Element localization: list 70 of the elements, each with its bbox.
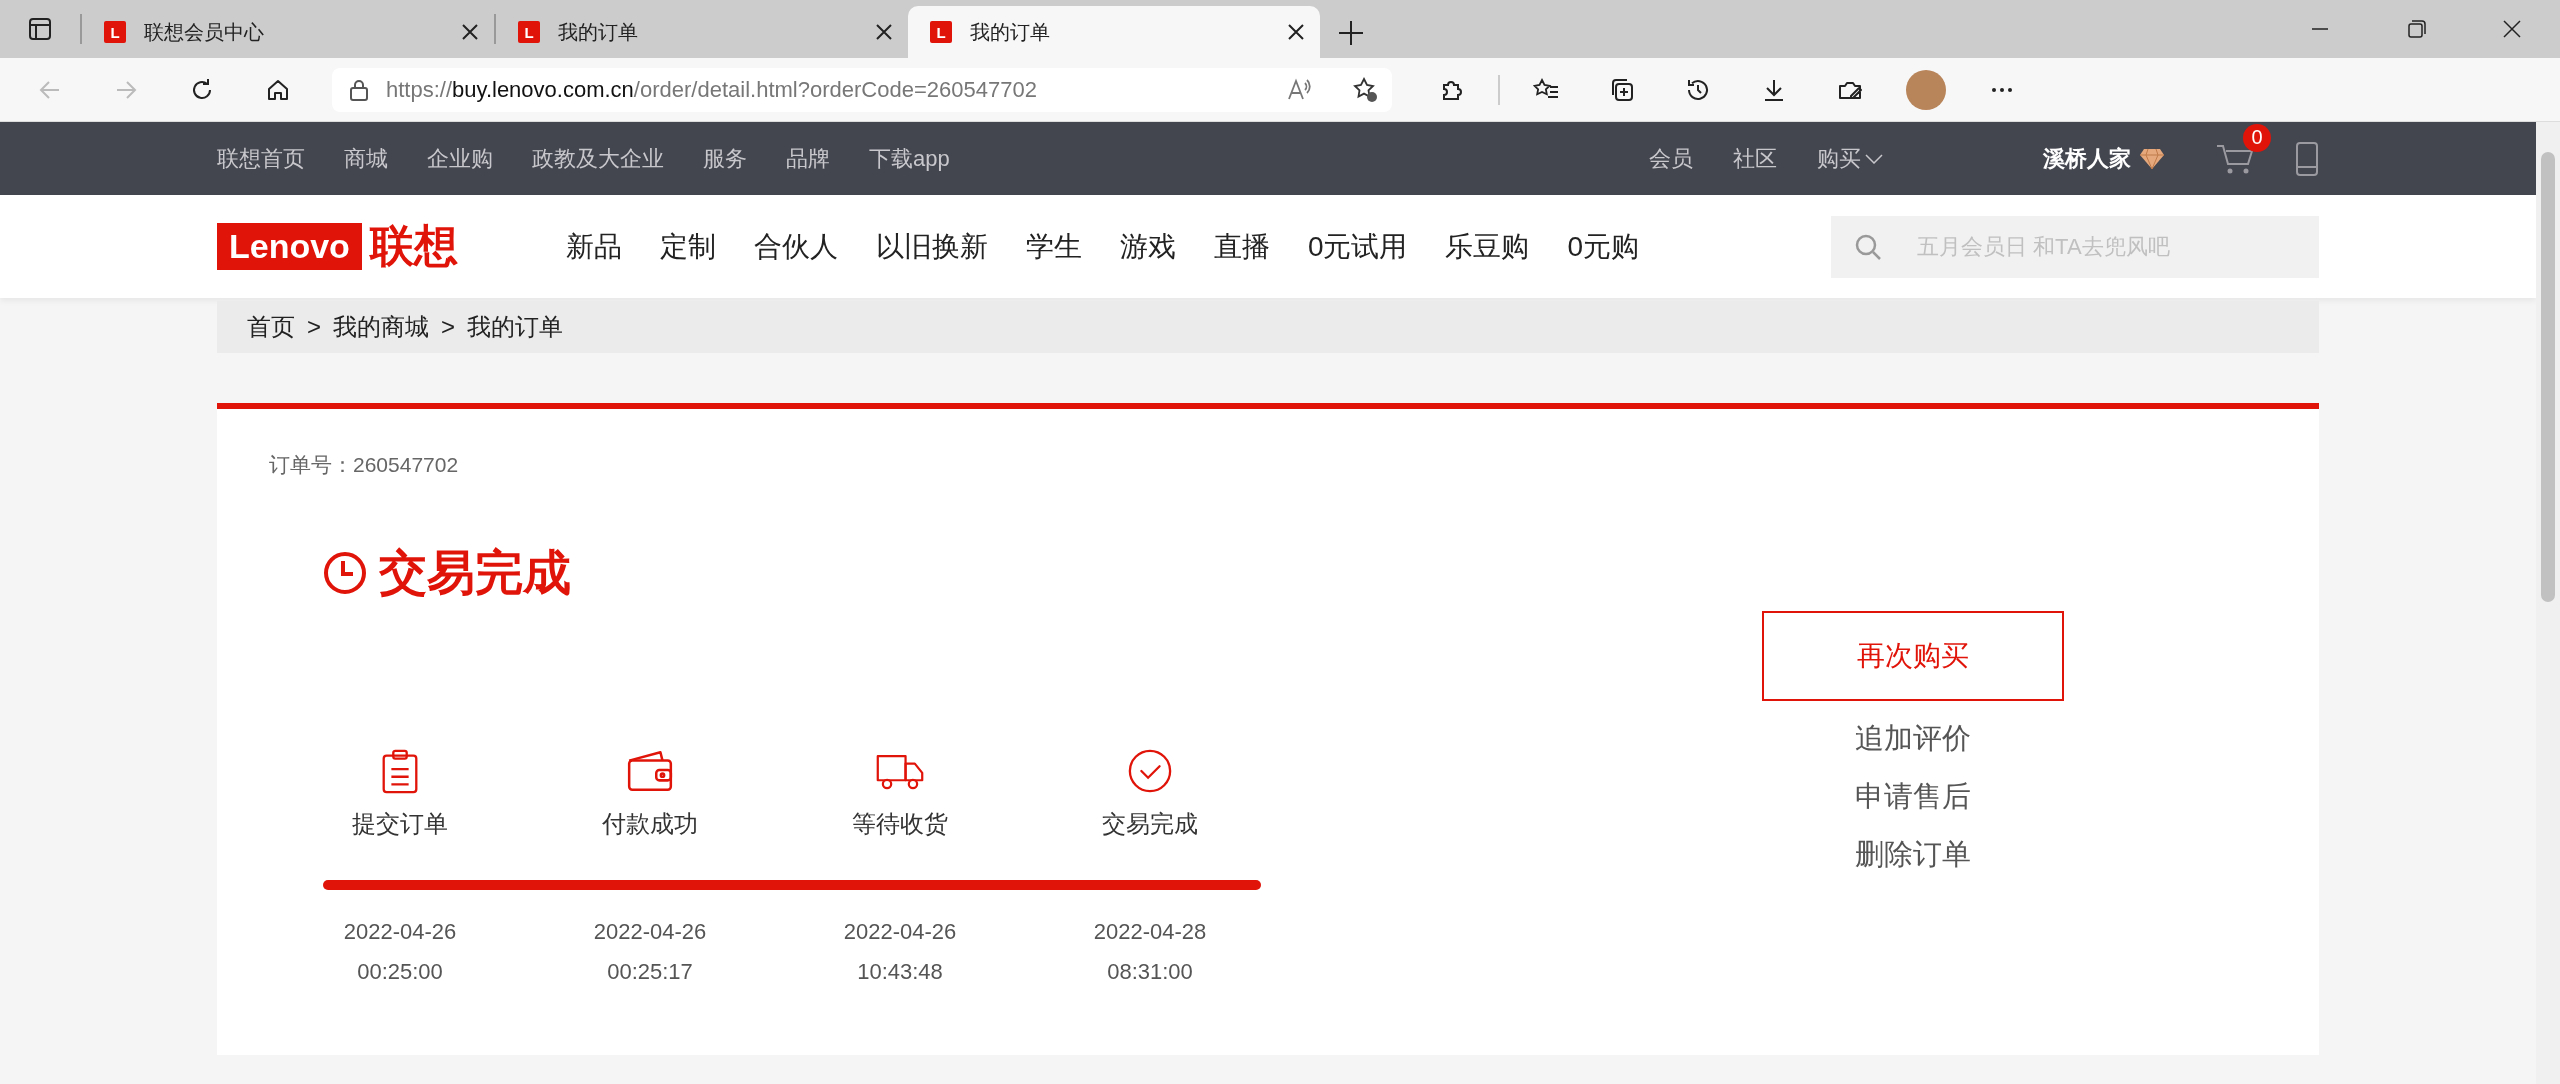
breadcrumb-separator: > <box>441 313 456 341</box>
address-bar[interactable]: https://buy.lenovo.com.cn/order/detail.html?orderCode=260547702 <box>332 67 1392 112</box>
collections-icon[interactable] <box>1609 76 1635 103</box>
step-date: 2022-04-26 <box>343 918 457 946</box>
top-nav-link[interactable]: 购买 <box>1817 143 1861 174</box>
top-nav-link[interactable]: 企业购 <box>427 143 493 174</box>
step-label: 等待收货 <box>852 809 948 839</box>
breadcrumb-link[interactable]: 我的订单 <box>467 311 564 343</box>
browser-tab[interactable]: L 我的订单 <box>496 6 908 58</box>
top-nav-link[interactable]: 会员 <box>1649 143 1693 174</box>
main-nav-link[interactable]: 直播 <box>1213 227 1270 266</box>
close-icon[interactable] <box>1286 22 1306 42</box>
step-label: 提交订单 <box>352 809 448 839</box>
step-time: 08:31:00 <box>1106 958 1194 986</box>
top-nav-link[interactable]: 商城 <box>344 143 388 174</box>
order-action-link[interactable]: 删除订单 <box>1855 835 1971 875</box>
main-nav-link[interactable]: 游戏 <box>1119 227 1176 266</box>
order-number: 订单号：260547702 <box>269 452 460 478</box>
main-nav-link[interactable]: 学生 <box>1025 227 1082 266</box>
main-nav-link[interactable]: 乐豆购 <box>1445 227 1530 266</box>
main-nav-link[interactable]: 新品 <box>565 227 622 266</box>
main-nav-link[interactable]: 合伙人 <box>753 227 838 266</box>
step-date: 2022-04-28 <box>1093 918 1207 946</box>
buy-again-button[interactable]: 再次购买 <box>1762 611 2064 701</box>
user-name[interactable]: 溪桥人家 <box>2043 143 2131 174</box>
lenovo-favicon-icon: L <box>104 21 126 43</box>
order-status: 交易完成 <box>379 545 571 601</box>
step-time: 10:43:48 <box>856 958 944 986</box>
top-nav-link[interactable]: 政教及大企业 <box>532 143 664 174</box>
lenovo-favicon-icon: L <box>930 21 952 43</box>
breadcrumb-separator: > <box>307 313 321 341</box>
breadcrumb-link[interactable]: 首页 <box>247 311 295 343</box>
browser-tab[interactable]: L 联想会员中心 <box>82 6 494 58</box>
add-favorite-icon[interactable] <box>1352 76 1378 103</box>
new-tab-icon[interactable] <box>1336 18 1366 48</box>
clock-icon <box>323 551 367 595</box>
step-time: 00:25:00 <box>356 958 444 986</box>
breadcrumb-link[interactable]: 我的商城 <box>333 311 429 343</box>
lenovo-logo[interactable]: Lenovo <box>217 223 362 270</box>
top-nav-link[interactable]: 服务 <box>703 143 747 174</box>
main-nav-link[interactable]: 0元试用 <box>1307 227 1408 266</box>
profile-avatar[interactable] <box>1906 69 1946 110</box>
top-nav-link[interactable]: 社区 <box>1733 143 1777 174</box>
diamond-icon <box>2139 147 2165 170</box>
step-label: 交易完成 <box>1102 809 1198 839</box>
top-nav-link[interactable]: 下载app <box>869 143 950 174</box>
order-action-link[interactable]: 追加评价 <box>1855 719 1971 759</box>
logo-text[interactable]: 联想 <box>369 217 458 276</box>
tab-actions-icon[interactable] <box>27 16 53 42</box>
lenovo-favicon-icon: L <box>518 21 540 43</box>
top-nav-link[interactable]: 联想首页 <box>217 143 305 174</box>
url-text: https://buy.lenovo.com.cn/order/detail.html?orderCode=260547702 <box>386 76 1038 103</box>
step-time: 00:25:17 <box>606 958 694 986</box>
cart-count-badge: 0 <box>2243 123 2271 152</box>
step-date: 2022-04-26 <box>593 918 707 946</box>
scrollbar[interactable] <box>2536 122 2560 1084</box>
browser-tab[interactable]: L 我的订单 <box>908 6 1320 58</box>
close-icon[interactable] <box>460 22 480 42</box>
step-label: 付款成功 <box>602 809 698 839</box>
order-action-link[interactable]: 申请售后 <box>1855 777 1971 817</box>
main-nav-link[interactable]: 以旧换新 <box>875 227 988 266</box>
top-nav-link[interactable]: 品牌 <box>786 143 830 174</box>
scrollbar-thumb[interactable] <box>2541 152 2555 602</box>
step-date: 2022-04-26 <box>843 918 957 946</box>
main-nav-link[interactable]: 定制 <box>659 227 716 266</box>
phone-icon[interactable] <box>2295 140 2319 177</box>
wallet-icon <box>625 748 675 794</box>
main-nav-link[interactable]: 0元购 <box>1567 227 1640 266</box>
chevron-down-icon <box>1865 153 1883 164</box>
close-icon[interactable] <box>874 22 894 42</box>
